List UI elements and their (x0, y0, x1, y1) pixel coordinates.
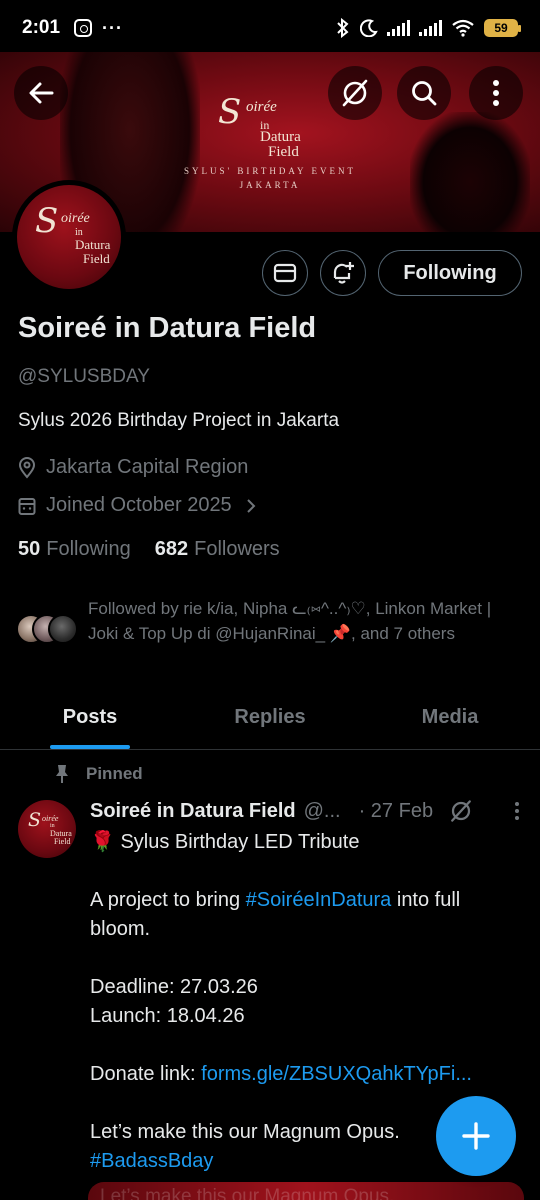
media-caption: Let’s make this our Magnum Opus. (100, 1186, 395, 1200)
profile-bio: Sylus 2026 Birthday Project in Jakarta (18, 410, 340, 431)
signal-icon (387, 20, 410, 36)
app-notification-icon (74, 19, 93, 37)
avatar-image: S oirée in Datura Field (17, 185, 121, 289)
donate-link[interactable]: forms.gle/ZBSUXQahkTYpFi... (201, 1063, 472, 1085)
post-author-handle[interactable]: @... (304, 800, 341, 823)
more-vertical-icon[interactable] (514, 801, 520, 821)
banner-subtitle: SYLUS' BIRTHDAY EVENT (184, 166, 356, 176)
mail-icon (273, 263, 297, 283)
post-author-avatar[interactable]: S oirée in Datura Field (18, 800, 76, 858)
notifications-subscribe-button[interactable] (320, 250, 366, 296)
moon-icon (360, 19, 378, 37)
grok-button[interactable] (328, 66, 382, 120)
followed-by-text[interactable]: Followed by rie k/ia, Nipha ᓚ₍⑅^..^₎♡, L… (88, 596, 508, 646)
post-line: A project to bring #SoiréeInDatura into … (90, 889, 461, 940)
profile-tabs: Posts Replies Media (0, 688, 540, 750)
logo-oiree: oirée (246, 99, 277, 115)
message-button[interactable] (262, 250, 308, 296)
more-options-button[interactable] (469, 66, 523, 120)
post-line: 🌹 Sylus Birthday LED Tribute (90, 831, 360, 853)
bell-plus-icon (333, 262, 354, 284)
post-media[interactable]: Let’s make this our Magnum Opus. (88, 1182, 524, 1200)
chevron-right-icon[interactable] (246, 498, 256, 514)
logo-field: Field (268, 144, 299, 160)
profile-name: Soireé in Datura Field (18, 312, 317, 344)
compose-post-button[interactable] (436, 1096, 516, 1176)
logo-datura: Datura (260, 129, 301, 145)
tab-replies[interactable]: Replies (180, 688, 360, 749)
following-button[interactable]: Following (378, 250, 522, 296)
profile-joined: Joined October 2025 (18, 494, 266, 517)
hashtag-link[interactable]: #SoiréeInDatura (246, 889, 392, 911)
plus-icon (462, 1122, 490, 1150)
grok-icon (342, 79, 368, 107)
back-arrow-icon (29, 82, 54, 104)
search-icon (412, 81, 437, 106)
status-bar: 2:01 ··· 59 (0, 0, 540, 56)
wifi-icon (452, 19, 474, 37)
grok-icon[interactable] (449, 799, 473, 823)
tab-posts[interactable]: Posts (0, 688, 180, 749)
follow-stats: 50 Following 682 Followers (18, 538, 280, 561)
status-icons: 59 (335, 18, 521, 38)
post-date[interactable]: · 27 Feb (359, 800, 433, 823)
signal-icon (419, 20, 442, 36)
bluetooth-icon (337, 18, 349, 38)
profile-location: Jakarta Capital Region (18, 456, 248, 479)
pin-icon (56, 765, 68, 783)
profile-handle: @SYLUSBDAY (18, 366, 150, 387)
battery-icon: 59 (484, 19, 521, 37)
search-button[interactable] (397, 66, 451, 120)
status-time: 2:01 (22, 17, 61, 38)
post-launch: Launch: 18.04.26 (90, 1005, 245, 1027)
pinned-indicator: Pinned (54, 764, 143, 784)
followers-stat[interactable]: 682 Followers (155, 538, 280, 561)
following-stat[interactable]: 50 Following (18, 538, 131, 561)
location-pin-icon (18, 456, 36, 479)
pinned-label: Pinned (86, 764, 143, 783)
logo-script-letter: S (218, 92, 242, 132)
post-line: Donate link: forms.gle/ZBSUXQahkTYpFi... (90, 1063, 472, 1085)
banner-gramophone (410, 112, 530, 232)
profile-avatar[interactable]: S oirée in Datura Field (12, 180, 126, 294)
back-button[interactable] (14, 66, 68, 120)
joined-text: Joined October 2025 (46, 494, 232, 516)
more-vertical-icon (493, 80, 499, 106)
location-text: Jakarta Capital Region (46, 456, 249, 478)
tab-media[interactable]: Media (360, 688, 540, 749)
more-notifications-icon: ··· (102, 17, 124, 38)
calendar-icon (18, 497, 36, 515)
follower-avatar (48, 614, 78, 644)
post-header: Soireé in Datura Field @... · 27 Feb (90, 799, 520, 823)
banner-city: JAKARTA (239, 180, 301, 190)
post-author-name[interactable]: Soireé in Datura Field (90, 800, 296, 823)
post-deadline: Deadline: 27.03.26 (90, 976, 258, 998)
